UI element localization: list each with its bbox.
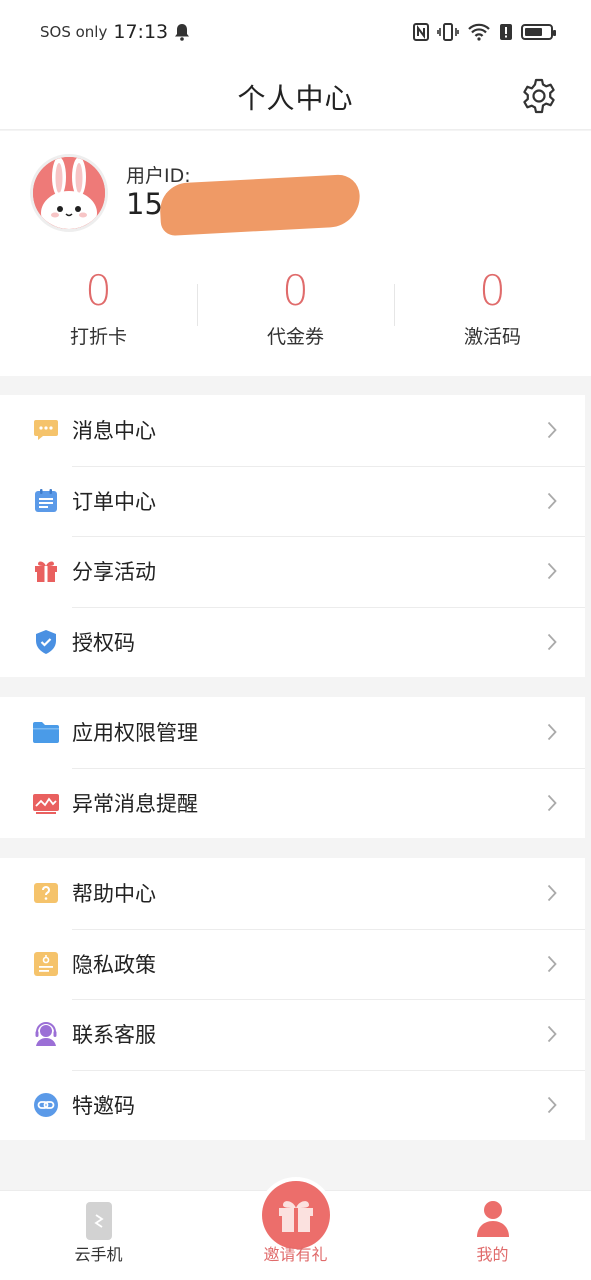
folder-icon (32, 718, 60, 746)
gift-icon (32, 557, 60, 585)
stat-voucher[interactable]: 0 代金券 (197, 266, 394, 356)
vibrate-icon (437, 23, 459, 41)
stat-value: 0 (85, 266, 112, 315)
nfc-icon (413, 23, 429, 41)
stat-label: 代金券 (266, 326, 324, 348)
bell-icon (175, 24, 190, 41)
menu-group-account: 消息中心 订单中心 分享活动 授权码 (0, 395, 585, 677)
menu-item-label: 隐私政策 (72, 952, 156, 977)
stat-discount-card[interactable]: 0 打折卡 (0, 266, 197, 356)
menu-item-order-center[interactable]: 订单中心 (0, 465, 585, 537)
avatar[interactable] (30, 154, 108, 232)
tab-cloud-phone[interactable]: 云手机 (0, 1191, 197, 1280)
user-icon (476, 1201, 509, 1237)
menu-item-privacy-policy[interactable]: 隐私政策 (0, 928, 585, 1000)
order-icon (32, 487, 60, 515)
menu-item-label: 异常消息提醒 (72, 791, 198, 816)
tab-label: 邀请有礼 (263, 1245, 328, 1264)
battery-fill (525, 28, 542, 36)
tab-mine[interactable]: 我的 (394, 1191, 591, 1280)
stat-label: 打折卡 (69, 326, 127, 348)
chevron-right-icon (547, 633, 557, 650)
help-icon (32, 879, 60, 907)
menu-group-permissions: 应用权限管理 异常消息提醒 (0, 697, 585, 838)
gift-icon (278, 1201, 313, 1232)
battery-icon (521, 24, 556, 40)
chevron-right-icon (547, 1096, 557, 1113)
menu-item-label: 联系客服 (72, 1023, 156, 1048)
carrier-text: SOS only (40, 23, 108, 41)
redaction-mark (158, 173, 362, 237)
rabbit-avatar-icon (33, 157, 105, 229)
invite-gift-circle (261, 1181, 330, 1249)
menu-item-auth-code[interactable]: 授权码 (0, 606, 585, 678)
clock: 17:13 (113, 21, 169, 43)
bottom-tab-bar: 云手机 邀请有礼 我的 (0, 1181, 591, 1280)
menu-item-help-center[interactable]: 帮助中心 (0, 858, 585, 929)
settings-button[interactable] (519, 76, 559, 116)
profile-card: 用户ID: 1514 0 打折卡 0 代金券 0 激活码 (0, 131, 591, 376)
menu-item-customer-service[interactable]: 联系客服 (0, 999, 585, 1070)
stat-label: 激活码 (463, 326, 521, 348)
menu-item-label: 授权码 (72, 630, 135, 655)
stat-activation-code[interactable]: 0 激活码 (394, 266, 591, 356)
menu-item-message-center[interactable]: 消息中心 (0, 395, 585, 466)
menu-item-label: 分享活动 (72, 560, 156, 585)
menu-item-share-activity[interactable]: 分享活动 (0, 536, 585, 607)
chevron-right-icon (547, 563, 557, 580)
menu-group-support: 帮助中心 隐私政策 联系客服 特邀码 (0, 858, 585, 1140)
status-right (413, 23, 556, 41)
message-icon (32, 416, 60, 444)
menu-item-label: 消息中心 (72, 419, 156, 444)
chevron-right-icon (547, 794, 557, 811)
shield-icon (32, 628, 60, 656)
alert-icon (500, 24, 512, 40)
link-icon (32, 1091, 60, 1119)
stat-value: 0 (282, 266, 309, 315)
gear-icon (523, 78, 555, 114)
tab-label: 我的 (476, 1245, 509, 1264)
tab-invite-gift[interactable]: 邀请有礼 (197, 1181, 394, 1280)
status-left: SOS only 17:13 (40, 21, 190, 43)
menu-item-app-permissions[interactable]: 应用权限管理 (0, 697, 585, 768)
chevron-right-icon (547, 1026, 557, 1043)
menu-item-abnormal-alerts[interactable]: 异常消息提醒 (0, 767, 585, 839)
chevron-right-icon (547, 422, 557, 439)
wifi-icon (468, 23, 490, 41)
stat-value: 0 (479, 266, 506, 315)
status-bar: SOS only 17:13 (0, 0, 591, 64)
top-nav: 个人中心 (0, 64, 591, 130)
menu-item-invite-code[interactable]: 特邀码 (0, 1069, 585, 1141)
stats-row: 0 打折卡 0 代金券 0 激活码 (0, 266, 591, 356)
chevron-right-icon (547, 492, 557, 509)
chevron-right-icon (547, 885, 557, 902)
page-title: 个人中心 (237, 81, 354, 115)
monitor-alert-icon (32, 789, 60, 817)
cloud-phone-icon (85, 1202, 112, 1240)
menu-item-label: 特邀码 (72, 1093, 135, 1118)
menu-item-label: 应用权限管理 (72, 721, 198, 746)
privacy-icon (32, 950, 60, 978)
customer-service-icon (32, 1020, 60, 1048)
menu-item-label: 帮助中心 (72, 882, 156, 907)
chevron-right-icon (547, 955, 557, 972)
tab-label: 云手机 (74, 1245, 123, 1264)
menu-item-label: 订单中心 (72, 489, 156, 514)
chevron-right-icon (547, 724, 557, 741)
